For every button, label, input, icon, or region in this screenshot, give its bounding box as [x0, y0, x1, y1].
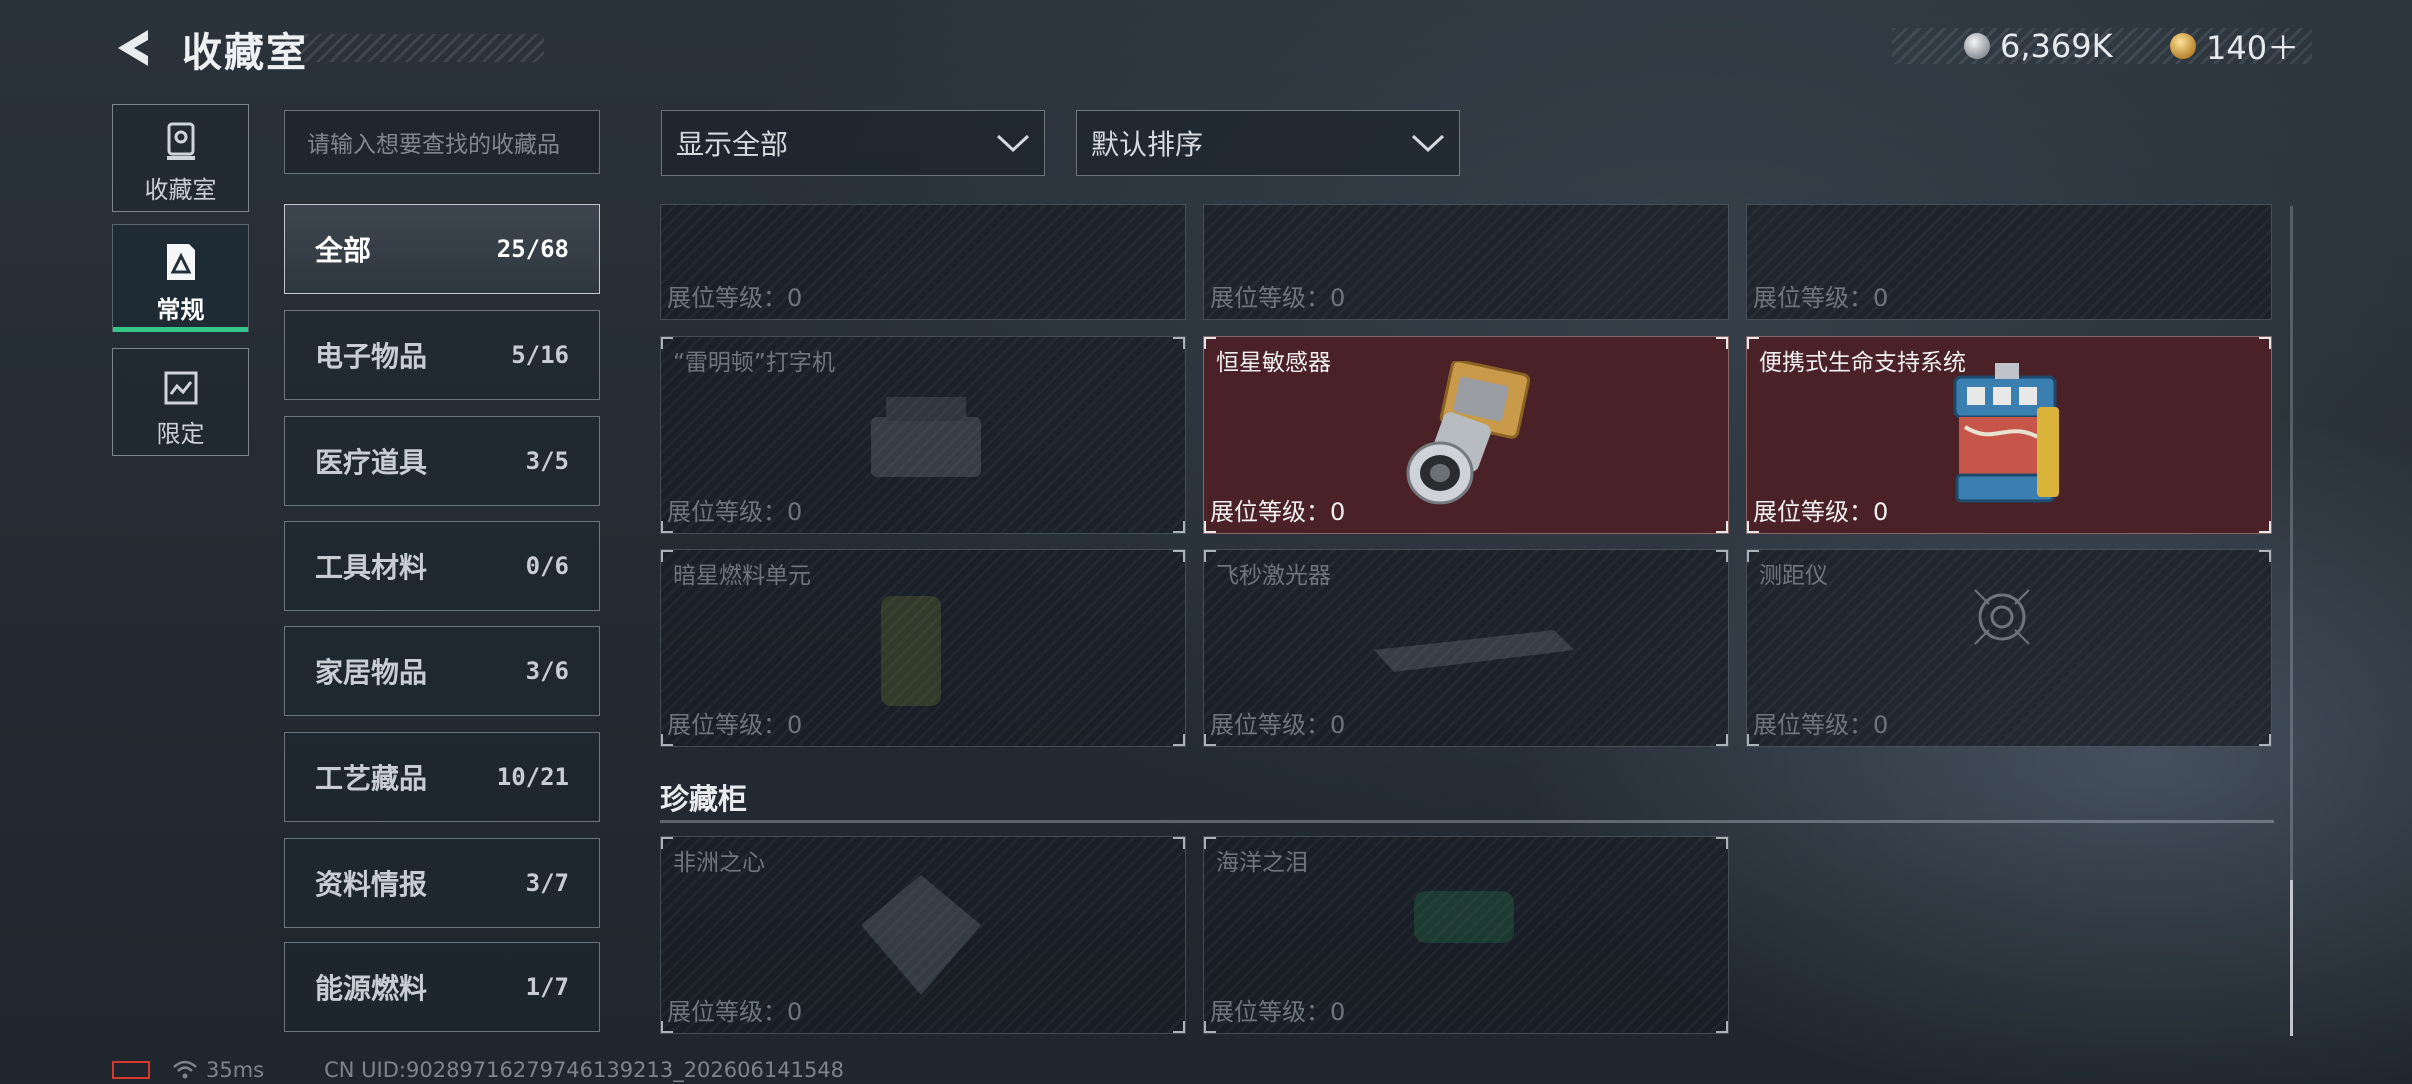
typewriter-icon — [871, 397, 981, 477]
status-footer: 35ms CN UID:90289716279746139213_2026061… — [112, 1058, 844, 1082]
page-title: 收藏室 — [182, 30, 308, 76]
category-count: 0/6 — [525, 552, 569, 580]
card-level: 展位等级：0 — [667, 998, 803, 1026]
display-filter-dropdown[interactable]: 显示全部 — [661, 110, 1045, 176]
category-count: 3/6 — [525, 657, 569, 685]
category-name: 资料情报 — [315, 868, 428, 901]
regular-card-icon — [166, 244, 195, 280]
category-tools[interactable]: 工具材料 0/6 — [284, 521, 600, 611]
ping-value: 35ms — [206, 1058, 265, 1082]
wifi-icon — [173, 1060, 197, 1079]
category-count: 5/16 — [511, 341, 569, 369]
search-input[interactable]: 请输入想要查找的收藏品 — [284, 110, 600, 174]
card-level: 展位等级：0 — [667, 498, 803, 526]
nav-label: 限定 — [156, 420, 205, 448]
category-household[interactable]: 家居物品 3/6 — [284, 626, 600, 716]
card-level: 展位等级：0 — [1210, 711, 1346, 739]
category-medical[interactable]: 医疗道具 3/5 — [284, 416, 600, 506]
gold-coin-icon — [2170, 33, 2196, 59]
card-name: 测距仪 — [1759, 563, 1828, 589]
category-name: 工艺藏品 — [315, 762, 428, 795]
life-support-system-icon — [1953, 363, 2059, 503]
silver-currency-value: 6,369K — [2000, 27, 2113, 65]
sort-value: 默认排序 — [1091, 128, 1204, 161]
sort-dropdown[interactable]: 默认排序 — [1076, 110, 1460, 176]
title-decoration — [280, 34, 544, 62]
category-name: 工具材料 — [315, 551, 428, 584]
category-name: 能源燃料 — [315, 972, 428, 1005]
diamond-icon — [861, 875, 981, 995]
category-count: 1/7 — [525, 973, 569, 1001]
category-name: 家居物品 — [315, 656, 428, 689]
display-filter-value: 显示全部 — [676, 128, 789, 161]
category-count: 3/5 — [525, 447, 569, 475]
collection-card[interactable]: 展位等级：0 — [1203, 204, 1729, 320]
category-name: 电子物品 — [315, 340, 428, 373]
nav-label: 常规 — [156, 296, 205, 324]
uid-text: CN UID:90289716279746139213_202606141548 — [324, 1058, 845, 1082]
limited-card-icon — [164, 371, 197, 405]
collection-card-rangefinder[interactable]: 测距仪 展位等级：0 — [1746, 549, 2272, 747]
battery-icon — [112, 1061, 150, 1079]
collection-card-femtosecond-laser[interactable]: 飞秒激光器 展位等级：0 — [1203, 549, 1729, 747]
collection-card-dark-star-fuel[interactable]: 暗星燃料单元 展位等级：0 — [660, 549, 1186, 747]
collection-card-life-support[interactable]: 便携式生命支持系统 展位等级：0 — [1746, 336, 2272, 534]
laser-device-icon — [1374, 630, 1574, 672]
category-count: 3/7 — [525, 869, 569, 897]
nav-regular[interactable]: 常规 — [112, 224, 249, 332]
card-level: 展位等级：0 — [1753, 498, 1889, 526]
collection-card[interactable]: 展位等级：0 — [660, 204, 1186, 320]
category-intel[interactable]: 资料情报 3/7 — [284, 838, 600, 928]
section-title: 珍藏柜 — [660, 782, 748, 816]
category-electronics[interactable]: 电子物品 5/16 — [284, 310, 600, 400]
card-name: 恒星敏感器 — [1216, 350, 1331, 376]
collection-card-heart-of-africa[interactable]: 非洲之心 展位等级：0 — [660, 836, 1186, 1034]
card-name: 飞秒激光器 — [1216, 563, 1331, 589]
card-level: 展位等级：0 — [1210, 498, 1346, 526]
category-energy[interactable]: 能源燃料 1/7 — [284, 942, 600, 1032]
card-level: 展位等级：0 — [667, 284, 803, 312]
currency-bar: 6,369K 140＋ — [1892, 27, 2312, 67]
star-sensor-icon — [1406, 361, 1531, 505]
collection-card-typewriter[interactable]: “雷明顿”打字机 展位等级：0 — [660, 336, 1186, 534]
category-name: 医疗道具 — [315, 446, 428, 479]
card-level: 展位等级：0 — [1753, 711, 1889, 739]
collection-card-tear-of-ocean[interactable]: 海洋之泪 展位等级：0 — [1203, 836, 1729, 1034]
nav-collection-room[interactable]: 收藏室 — [112, 104, 249, 212]
collection-card[interactable]: 展位等级：0 — [1746, 204, 2272, 320]
card-level: 展位等级：0 — [1210, 284, 1346, 312]
card-name: 非洲之心 — [673, 850, 765, 876]
search-placeholder: 请输入想要查找的收藏品 — [307, 132, 560, 158]
gold-currency-value: 140＋ — [2206, 29, 2300, 67]
card-level: 展位等级：0 — [1753, 284, 1889, 312]
category-all[interactable]: 全部 25/68 — [284, 204, 600, 294]
card-name: “雷明顿”打字机 — [673, 350, 835, 376]
silver-coin-icon — [1964, 33, 1990, 59]
back-button[interactable] — [112, 26, 156, 70]
card-level: 展位等级：0 — [1210, 998, 1346, 1026]
card-name: 海洋之泪 — [1216, 850, 1308, 876]
chevron-down-icon — [996, 134, 1030, 153]
scrollbar-thumb[interactable] — [2290, 880, 2293, 1036]
category-count: 10/21 — [496, 763, 569, 791]
placeholder-target-icon — [1974, 589, 2030, 645]
card-name: 暗星燃料单元 — [673, 563, 811, 589]
gem-icon — [1414, 891, 1514, 943]
chevron-down-icon — [1411, 134, 1445, 153]
card-level: 展位等级：0 — [667, 711, 803, 739]
category-name: 全部 — [315, 234, 372, 267]
nav-limited[interactable]: 限定 — [112, 348, 249, 456]
gold-currency[interactable]: 140＋ — [2170, 28, 2299, 67]
category-crafts[interactable]: 工艺藏品 10/21 — [284, 732, 600, 822]
silver-currency: 6,369K — [1964, 27, 2113, 65]
nav-label: 收藏室 — [144, 176, 217, 204]
collection-card-star-sensor[interactable]: 恒星敏感器 展位等级：0 — [1203, 336, 1729, 534]
card-name: 便携式生命支持系统 — [1759, 350, 1966, 376]
fuel-cell-icon — [881, 596, 941, 706]
category-count: 25/68 — [496, 235, 569, 263]
back-arrow-icon — [118, 30, 148, 66]
collection-room-icon — [166, 122, 195, 160]
section-divider — [660, 820, 2274, 823]
